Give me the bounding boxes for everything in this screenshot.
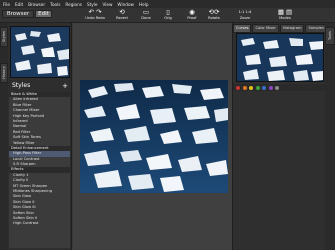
menu-edit[interactable]: Edit bbox=[15, 2, 23, 7]
zoom-control[interactable]: 1:1 1:4 Zoom bbox=[230, 9, 260, 22]
tab-histogram[interactable]: Histogram bbox=[279, 24, 305, 33]
menu-view[interactable]: View bbox=[102, 2, 112, 7]
color-tag-swatch[interactable] bbox=[262, 85, 266, 90]
menu-browser[interactable]: Browser bbox=[28, 2, 45, 7]
navigator-preview[interactable] bbox=[236, 33, 324, 82]
tool-tabs: Curves Color Mixer Histogram Samples bbox=[233, 24, 327, 33]
edit-mode-button[interactable]: Edit bbox=[35, 10, 52, 18]
color-tag-swatch[interactable] bbox=[268, 85, 273, 90]
orig-button[interactable]: ▯ Orig bbox=[156, 9, 180, 22]
menu-regions[interactable]: Regions bbox=[65, 2, 82, 7]
tab-curves[interactable]: Curves bbox=[233, 24, 252, 33]
rotate-button[interactable]: ⟲⟳ Rotate bbox=[202, 9, 226, 22]
done-label: Done bbox=[141, 16, 151, 20]
right-tab-strip: Tools bbox=[325, 23, 335, 250]
main-photo bbox=[80, 80, 228, 193]
menu-help[interactable]: Help bbox=[139, 2, 149, 7]
undo-redo-button[interactable]: ↶ ↷ Undo Redo bbox=[80, 9, 110, 22]
color-tag-swatch[interactable] bbox=[275, 85, 279, 90]
revert-button[interactable]: ⟲ Revert bbox=[110, 9, 134, 22]
modes-button[interactable]: ▦ ▤ Modes bbox=[270, 9, 300, 22]
menu-style[interactable]: Style bbox=[87, 2, 98, 7]
styles-list: Black & White Alien Infrared Blue Filter Ch… bbox=[9, 92, 70, 248]
menubar: File Edit Browser Tools Regions Style View Wind… bbox=[0, 0, 335, 8]
color-tag-swatch[interactable] bbox=[242, 85, 247, 90]
color-tag-swatch[interactable] bbox=[249, 85, 253, 90]
menu-tools[interactable]: Tools bbox=[50, 2, 60, 7]
zoom-label: Zoom bbox=[239, 16, 251, 20]
done-button[interactable]: ▭ Done bbox=[134, 9, 158, 22]
menu-file[interactable]: File bbox=[3, 2, 10, 7]
orig-label: Orig bbox=[164, 16, 172, 20]
color-tag-bar bbox=[233, 84, 325, 91]
zoom-values: 1:1 1:4 bbox=[238, 10, 252, 14]
done-icon: ▭ bbox=[142, 8, 150, 16]
color-tag-swatch[interactable] bbox=[236, 85, 240, 90]
left-tab-strip: Styles History bbox=[0, 23, 8, 250]
add-style-button[interactable]: + bbox=[62, 82, 68, 90]
toolbar: Browser Edit ↶ ↷ Undo Redo ⟲ Revert ▭ Do… bbox=[0, 8, 335, 23]
tab-styles[interactable]: Styles bbox=[0, 27, 8, 47]
proof-label: Proof bbox=[187, 16, 197, 20]
proof-button[interactable]: ◉ Proof bbox=[180, 9, 204, 22]
undo-redo-label: Undo Redo bbox=[85, 16, 105, 20]
browser-mode-button[interactable]: Browser bbox=[2, 10, 34, 18]
modes-label: Modes bbox=[279, 16, 291, 20]
style-preview-thumbnail bbox=[10, 26, 70, 78]
modes-icon: ▦ ▤ bbox=[277, 8, 293, 16]
tab-samples[interactable]: Samples bbox=[305, 24, 327, 33]
color-tag-swatch[interactable] bbox=[255, 85, 260, 90]
style-list-item[interactable]: High Contrast bbox=[9, 221, 70, 226]
orig-icon: ▯ bbox=[166, 8, 170, 16]
revert-icon: ⟲ bbox=[119, 8, 125, 16]
rotate-label: Rotate bbox=[208, 16, 220, 20]
menu-window[interactable]: Window bbox=[117, 2, 134, 7]
rotate-icon: ⟲⟳ bbox=[208, 8, 220, 16]
tab-history[interactable]: History bbox=[0, 63, 8, 83]
tab-color-mixer[interactable]: Color Mixer bbox=[252, 24, 279, 33]
undo-redo-icon: ↶ ↷ bbox=[88, 8, 102, 16]
revert-label: Revert bbox=[116, 16, 128, 20]
tab-tools[interactable]: Tools bbox=[325, 27, 335, 45]
styles-title: Styles bbox=[12, 82, 31, 89]
proof-icon: ◉ bbox=[189, 8, 195, 16]
